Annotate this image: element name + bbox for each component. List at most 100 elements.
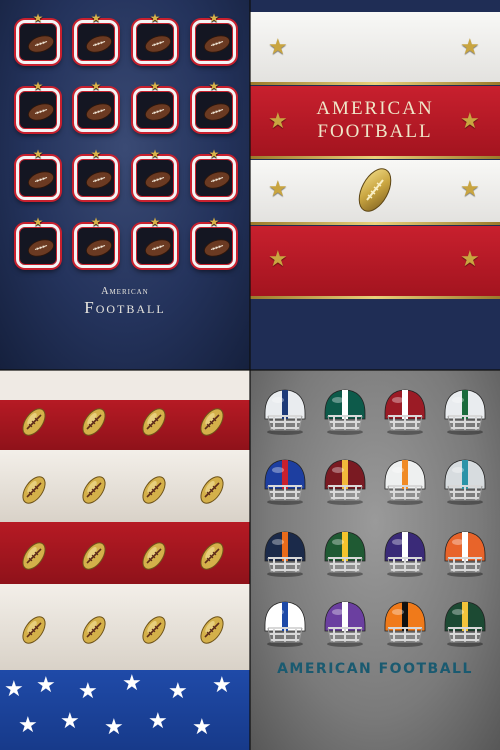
white-star-icon: ★: [36, 672, 56, 697]
football-slot: ★: [192, 216, 236, 268]
gold-star-icon: ★: [90, 11, 102, 25]
gold-star-icon: ★: [149, 79, 161, 93]
gold-star-icon: ★: [32, 215, 44, 229]
football-helmet-icon: [324, 531, 366, 577]
gold-star-icon: ★: [268, 176, 288, 201]
white-star-icon: ★: [192, 714, 212, 739]
gold-football-icon: [142, 616, 166, 644]
gold-football-icon: [200, 542, 224, 570]
football-icon: [28, 239, 54, 257]
gold-star-icon: ★: [32, 11, 44, 25]
wallpaper-flag-footballs[interactable]: ★ ★ ★ ★ ★ ★ ★ ★ ★ ★ ★: [0, 370, 250, 750]
gold-star-icon: ★: [32, 79, 44, 93]
football-icon: [145, 171, 171, 189]
football-slot: ★: [133, 148, 177, 200]
football-icon: [204, 239, 230, 257]
football-slot: ★: [16, 80, 60, 132]
white-star-icon: ★: [148, 708, 168, 733]
football-slot: ★: [16, 148, 60, 200]
football-helmet-icon: [324, 601, 366, 647]
football-slot: ★: [192, 12, 236, 64]
gold-star-icon: ★: [149, 215, 161, 229]
football-helmet-icon: [444, 459, 486, 505]
football-slot: ★: [74, 148, 118, 200]
gold-star-icon: ★: [208, 79, 220, 93]
gold-football-icon: [22, 616, 46, 644]
gold-star-icon: ★: [208, 147, 220, 161]
football-icon: [204, 35, 230, 53]
white-star-icon: ★: [78, 678, 98, 703]
wallpaper-subtitle: American: [101, 286, 149, 297]
gold-football-icon: [142, 542, 166, 570]
gold-rule: [250, 296, 500, 299]
football-helmet-icon: [444, 601, 486, 647]
gold-star-icon: ★: [149, 147, 161, 161]
gold-football-icon: [200, 476, 224, 504]
football-helmet-icon: [384, 531, 426, 577]
blue-star-field: ★ ★ ★ ★ ★ ★ ★ ★ ★ ★ ★: [0, 670, 250, 750]
gold-football-icon: [142, 476, 166, 504]
banner-title-line-1: AMERICAN: [316, 98, 434, 119]
gold-football-icon: [358, 168, 392, 212]
football-helmet-icon: [264, 389, 306, 435]
wallpaper-navy-grid[interactable]: ★ ★ ★ ★ ★ ★ ★ ★ ★ ★ ★ ★ ★ ★ ★ ★ American Football: [0, 0, 250, 370]
football-slot: ★: [192, 148, 236, 200]
helmets-title: AMERICAN FOOTBALL: [277, 661, 473, 677]
football-slot: ★: [74, 80, 118, 132]
football-helmet-icon: [264, 601, 306, 647]
white-star-icon: ★: [60, 708, 80, 733]
wallpaper-stripes-banner[interactable]: ★ ★ ★ ★ ★ ★ ★ ★ AMERICAN FOOTBALL: [250, 0, 500, 370]
gold-star-icon: ★: [460, 246, 480, 271]
wallpaper-title: Football: [84, 298, 166, 317]
football-icon: [86, 171, 112, 189]
football-slot: ★: [74, 216, 118, 268]
football-icon: [204, 171, 230, 189]
football-helmet-icon: [384, 459, 426, 505]
football-icon: [28, 171, 54, 189]
gold-star-icon: ★: [90, 79, 102, 93]
gold-football-icon: [200, 408, 224, 436]
gold-football-icon: [82, 408, 106, 436]
wallpaper-collage: ★ ★ ★ ★ ★ ★ ★ ★ ★ ★ ★ ★ ★ ★ ★ ★ American Football ★ ★ ★…: [0, 0, 500, 750]
football-icon: [28, 35, 54, 53]
gold-football-icon: [22, 542, 46, 570]
football-slot: ★: [133, 12, 177, 64]
banner-title-line-2: FOOTBALL: [317, 121, 433, 142]
white-star-icon: ★: [212, 672, 232, 697]
gold-football-icon: [22, 408, 46, 436]
football-helmet-icon: [264, 459, 306, 505]
gold-star-icon: ★: [268, 34, 288, 59]
football-slot: ★: [16, 216, 60, 268]
gold-rule: [250, 156, 500, 159]
gold-rule: [250, 222, 500, 225]
football-helmet-icon: [384, 389, 426, 435]
gold-football-icon: [82, 616, 106, 644]
gold-football-icon: [22, 476, 46, 504]
white-star-icon: ★: [18, 712, 38, 737]
football-helmet-icon: [324, 389, 366, 435]
gold-star-icon: ★: [268, 246, 288, 271]
football-helmet-icon: [324, 459, 366, 505]
gold-football-icon: [82, 476, 106, 504]
gold-football-icon: [82, 542, 106, 570]
gold-star-icon: ★: [460, 34, 480, 59]
gold-star-icon: ★: [149, 11, 161, 25]
football-helmet-icon: [444, 389, 486, 435]
football-icon: [145, 35, 171, 53]
gold-football-icon: [200, 616, 224, 644]
panel-divider: [249, 0, 251, 750]
panel-divider: [0, 369, 500, 371]
white-star-icon: ★: [168, 678, 188, 703]
wallpaper-helmets[interactable]: [250, 370, 500, 750]
football-slot: ★: [74, 12, 118, 64]
gold-star-icon: ★: [208, 11, 220, 25]
football-icon: [86, 103, 112, 121]
football-icon: [86, 239, 112, 257]
football-slot: ★: [192, 80, 236, 132]
football-icon: [204, 103, 230, 121]
gold-football-icon: [142, 408, 166, 436]
football-helmet-icon: [444, 531, 486, 577]
football-slot: ★: [16, 12, 60, 64]
football-icon: [145, 239, 171, 257]
football-slot: ★: [133, 216, 177, 268]
